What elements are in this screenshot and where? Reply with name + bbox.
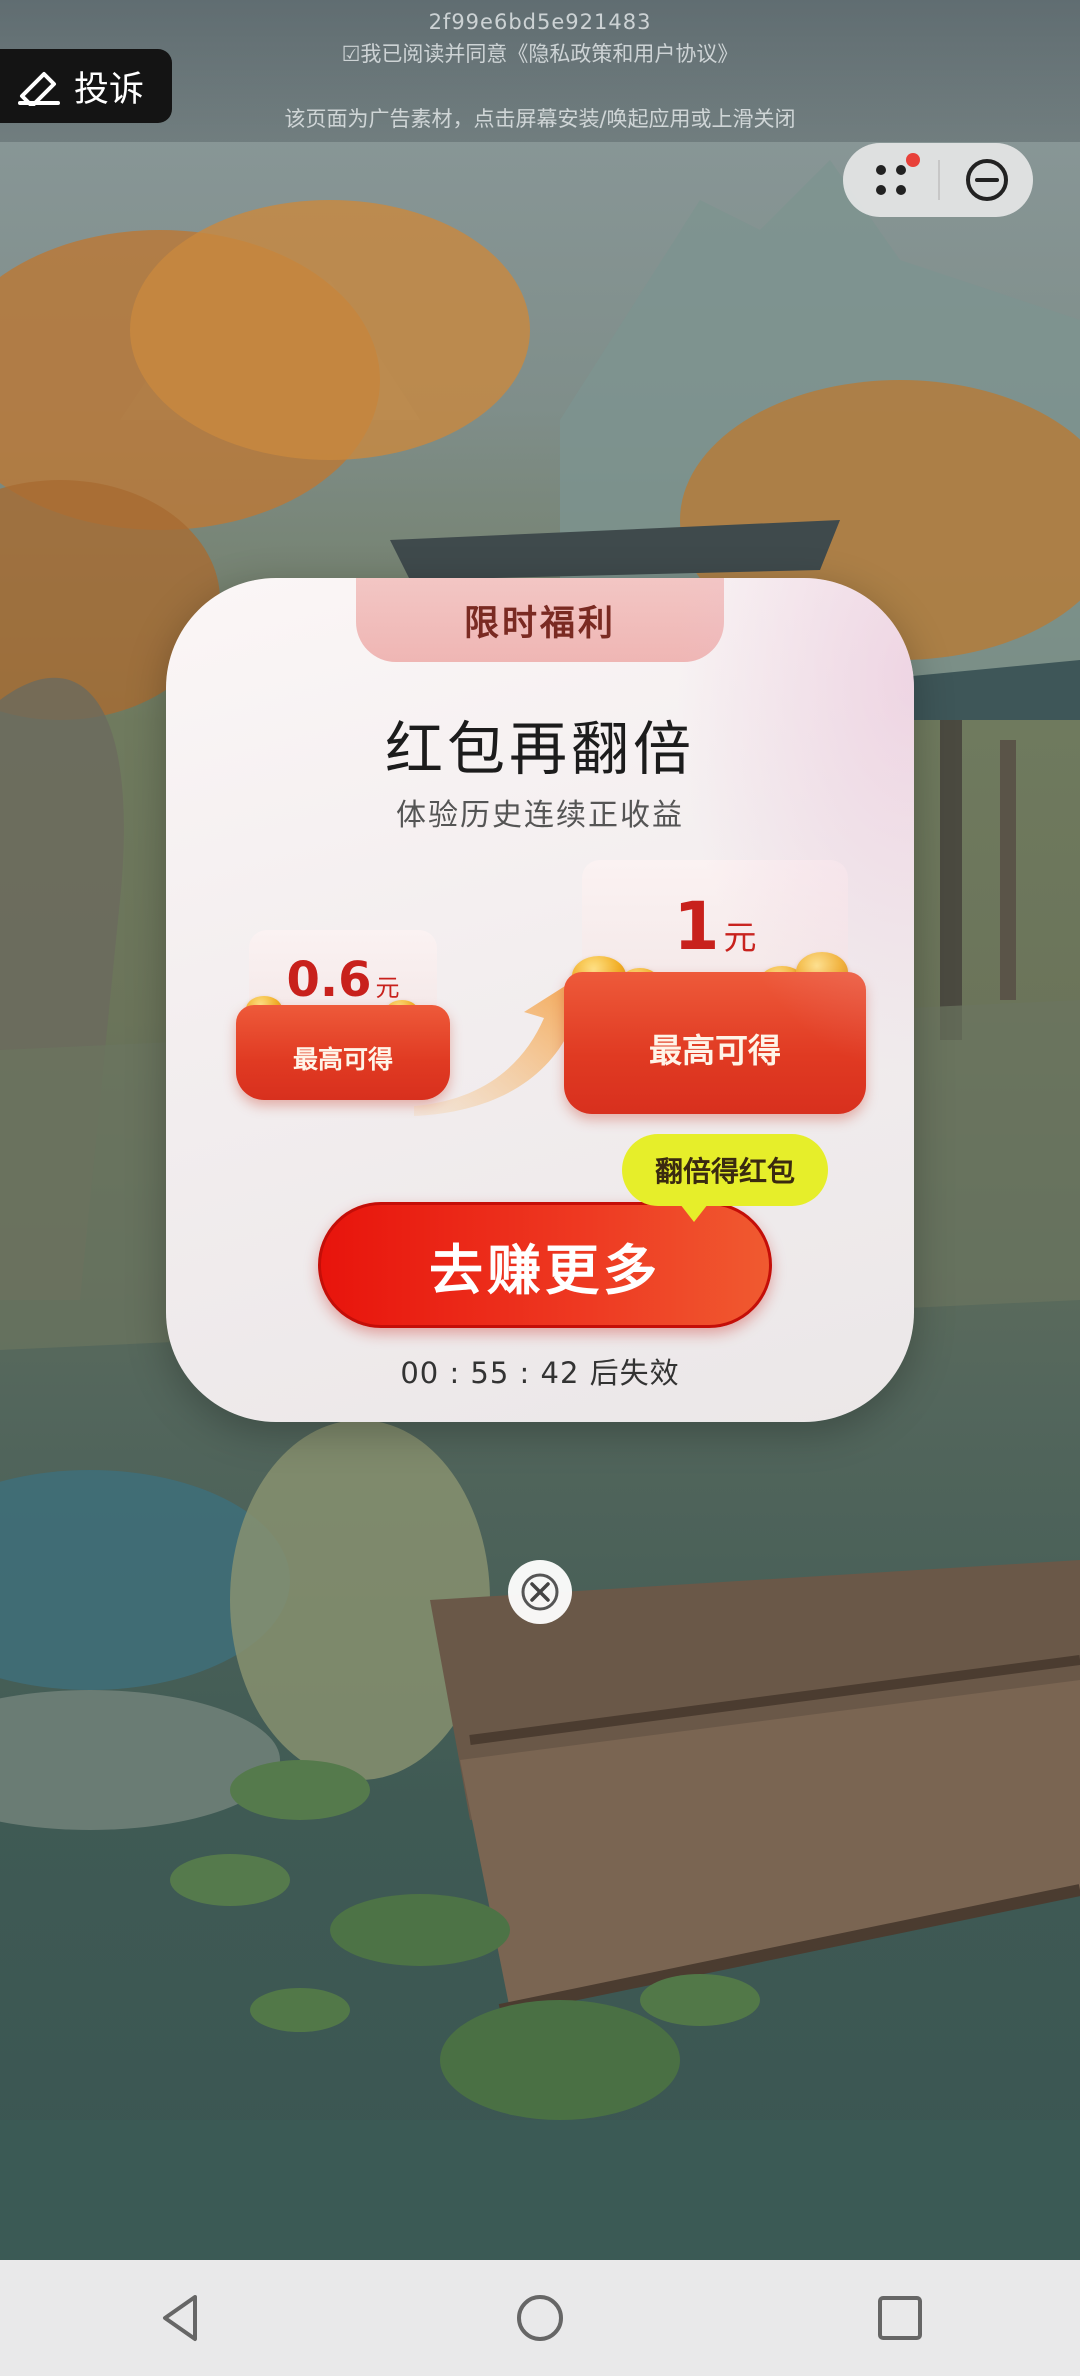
notification-badge [906, 153, 920, 167]
miniapp-capsule [843, 143, 1033, 217]
popup-subtitle: 体验历史连续正收益 [396, 798, 684, 833]
double-reward-tooltip: 翻倍得红包 [622, 1134, 828, 1222]
envelope-amount-value: 1 [673, 888, 720, 965]
envelope-amount-unit: 元 [723, 918, 757, 957]
red-envelope-large: 1元 最高可得 [564, 860, 866, 1114]
nav-home-button[interactable] [480, 2268, 600, 2368]
nav-back-button[interactable] [120, 2268, 240, 2368]
envelope-amount-unit: 元 [375, 974, 400, 1002]
popup-close-button[interactable] [508, 1560, 572, 1624]
popup-title: 红包再翻倍 [384, 715, 695, 783]
expiry-countdown: 00 : 55 : 42 后失效 [400, 1356, 680, 1390]
complaint-label: 投诉 [74, 69, 145, 110]
more-menu-button[interactable] [843, 143, 938, 217]
home-circle-icon [517, 2295, 563, 2341]
complaint-button[interactable]: 投诉 [0, 49, 172, 123]
pen-edit-icon [18, 72, 60, 106]
recents-square-icon [878, 2296, 922, 2340]
back-triangle-icon [163, 2295, 197, 2341]
nav-recents-button[interactable] [840, 2268, 960, 2368]
envelope-label: 最高可得 [649, 1031, 781, 1070]
minus-circle-icon [965, 159, 1008, 201]
minimize-button[interactable] [940, 143, 1033, 217]
dots-grid-icon [875, 165, 906, 195]
close-icon [521, 1573, 559, 1611]
reward-popup-card: 限时福利 红包再翻倍 体验历史连续正收益 0.6 元 最高可得 1元 最高可得 … [166, 578, 914, 1422]
envelope-amount-value: 0.6 [286, 952, 372, 1008]
system-navigation-bar [0, 2260, 1080, 2376]
ad-id-text: 2f99e6bd5e921483 [428, 10, 652, 34]
limited-offer-tab: 限时福利 [356, 578, 724, 662]
